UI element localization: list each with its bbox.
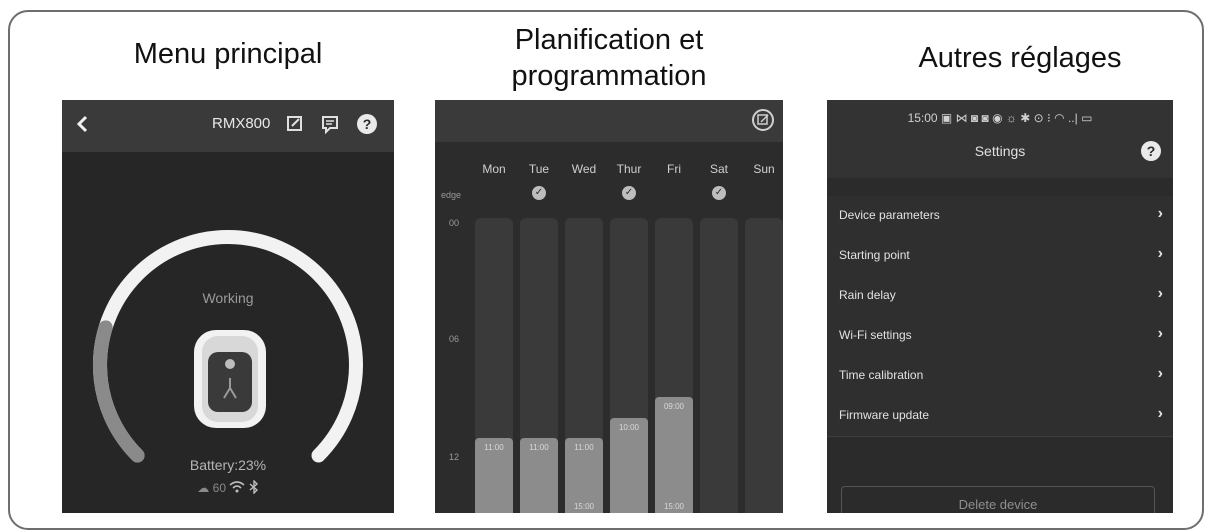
settings-row[interactable]: Rain delay › bbox=[827, 276, 1173, 317]
main-menu-screen: RMX800 ? Working Battery:23% ☁ 60 bbox=[62, 100, 394, 513]
chevron-right-icon: › bbox=[1157, 205, 1163, 222]
slot-start-time: 11:00 bbox=[529, 443, 549, 452]
bluetooth-icon bbox=[249, 479, 258, 495]
hour-label-12: 12 bbox=[449, 452, 460, 462]
settings-row[interactable]: Time calibration › bbox=[827, 356, 1173, 397]
slot-start-time: 11:00 bbox=[574, 443, 594, 452]
chevron-right-icon: › bbox=[1157, 285, 1163, 302]
chevron-right-icon: › bbox=[1157, 365, 1163, 382]
day-label: Tue bbox=[528, 162, 550, 176]
day-label: Wed bbox=[571, 162, 597, 176]
mowing-slot[interactable] bbox=[655, 397, 693, 513]
slot-start-time: 11:00 bbox=[484, 443, 504, 452]
slot-end-time: 15:00 bbox=[663, 502, 685, 511]
column-title-settings: Autres réglages bbox=[918, 42, 1122, 74]
settings-row-label: Time calibration bbox=[839, 368, 924, 382]
slot-end-time: 15:00 bbox=[573, 502, 595, 511]
hour-label-06: 06 bbox=[449, 334, 460, 344]
day-label: Sat bbox=[709, 162, 728, 176]
gauge-battery-fill bbox=[93, 320, 145, 463]
settings-screen: 15:00 ▣ ⋈ ◙ ◙ ◉ ☼ ✱ ⊙ ⁝ ◠ ..| ▭ Settings… bbox=[827, 100, 1173, 513]
battery-gauge bbox=[93, 230, 363, 463]
slot-start-time: 10:00 bbox=[618, 423, 640, 432]
mower-icon bbox=[194, 330, 266, 428]
day-check-icon[interactable]: ✓ bbox=[622, 186, 636, 200]
day-check-icon[interactable]: ✓ bbox=[712, 186, 726, 200]
settings-row-label: Wi-Fi settings bbox=[839, 328, 912, 342]
settings-title: Settings bbox=[974, 143, 1026, 159]
schedule-header bbox=[435, 100, 783, 142]
settings-row[interactable]: Starting point › bbox=[827, 236, 1173, 277]
settings-row[interactable]: Firmware update › bbox=[827, 396, 1173, 437]
battery-level: Battery:23% bbox=[189, 457, 267, 473]
settings-row[interactable]: Wi-Fi settings › bbox=[827, 316, 1173, 357]
settings-row-label: Starting point bbox=[839, 248, 910, 262]
day-column[interactable] bbox=[700, 218, 738, 513]
mowing-slot[interactable] bbox=[610, 418, 648, 513]
connectivity-stats: ☁ 60 bbox=[62, 479, 394, 495]
settings-row-label: Firmware update bbox=[839, 408, 930, 422]
settings-header: 15:00 ▣ ⋈ ◙ ◙ ◉ ☼ ✱ ⊙ ⁝ ◠ ..| ▭ Settings… bbox=[827, 100, 1173, 178]
column-title-schedule: Planification et programmation bbox=[511, 24, 707, 92]
edge-label: edge bbox=[441, 190, 462, 200]
day-label: Sun bbox=[753, 162, 775, 176]
hour-label-00: 00 bbox=[449, 218, 460, 228]
delete-device-button[interactable]: Delete device bbox=[841, 486, 1155, 513]
day-column[interactable] bbox=[745, 218, 783, 513]
edit-schedule-icon[interactable] bbox=[751, 108, 775, 132]
day-label: Fri bbox=[667, 162, 681, 176]
chevron-right-icon: › bbox=[1157, 245, 1163, 262]
wifi-icon bbox=[229, 481, 245, 493]
slot-start-time: 09:00 bbox=[663, 402, 685, 411]
settings-row-label: Device parameters bbox=[839, 208, 940, 222]
chevron-right-icon: › bbox=[1157, 325, 1163, 342]
mower-status: Working bbox=[202, 290, 254, 306]
signal-value: 60 bbox=[212, 481, 226, 495]
chevron-right-icon: › bbox=[1157, 405, 1163, 422]
column-title-main-menu: Menu principal bbox=[133, 38, 323, 70]
help-icon[interactable]: ? bbox=[1141, 141, 1161, 161]
schedule-screen: Mon Tue ✓ Wed Thur ✓ Fri Sat ✓ Sun edge 00 06 12 … bbox=[435, 100, 783, 513]
status-bar: 15:00 ▣ ⋈ ◙ ◙ ◉ ☼ ✱ ⊙ ⁝ ◠ ..| ▭ bbox=[907, 111, 1093, 125]
day-check-icon[interactable]: ✓ bbox=[532, 186, 546, 200]
cloud-icon: ☁ bbox=[197, 481, 210, 495]
settings-row[interactable]: Device parameters › bbox=[827, 196, 1173, 237]
day-label: Thur bbox=[616, 162, 642, 176]
day-label: Mon bbox=[482, 162, 506, 176]
settings-row-label: Rain delay bbox=[839, 288, 896, 302]
